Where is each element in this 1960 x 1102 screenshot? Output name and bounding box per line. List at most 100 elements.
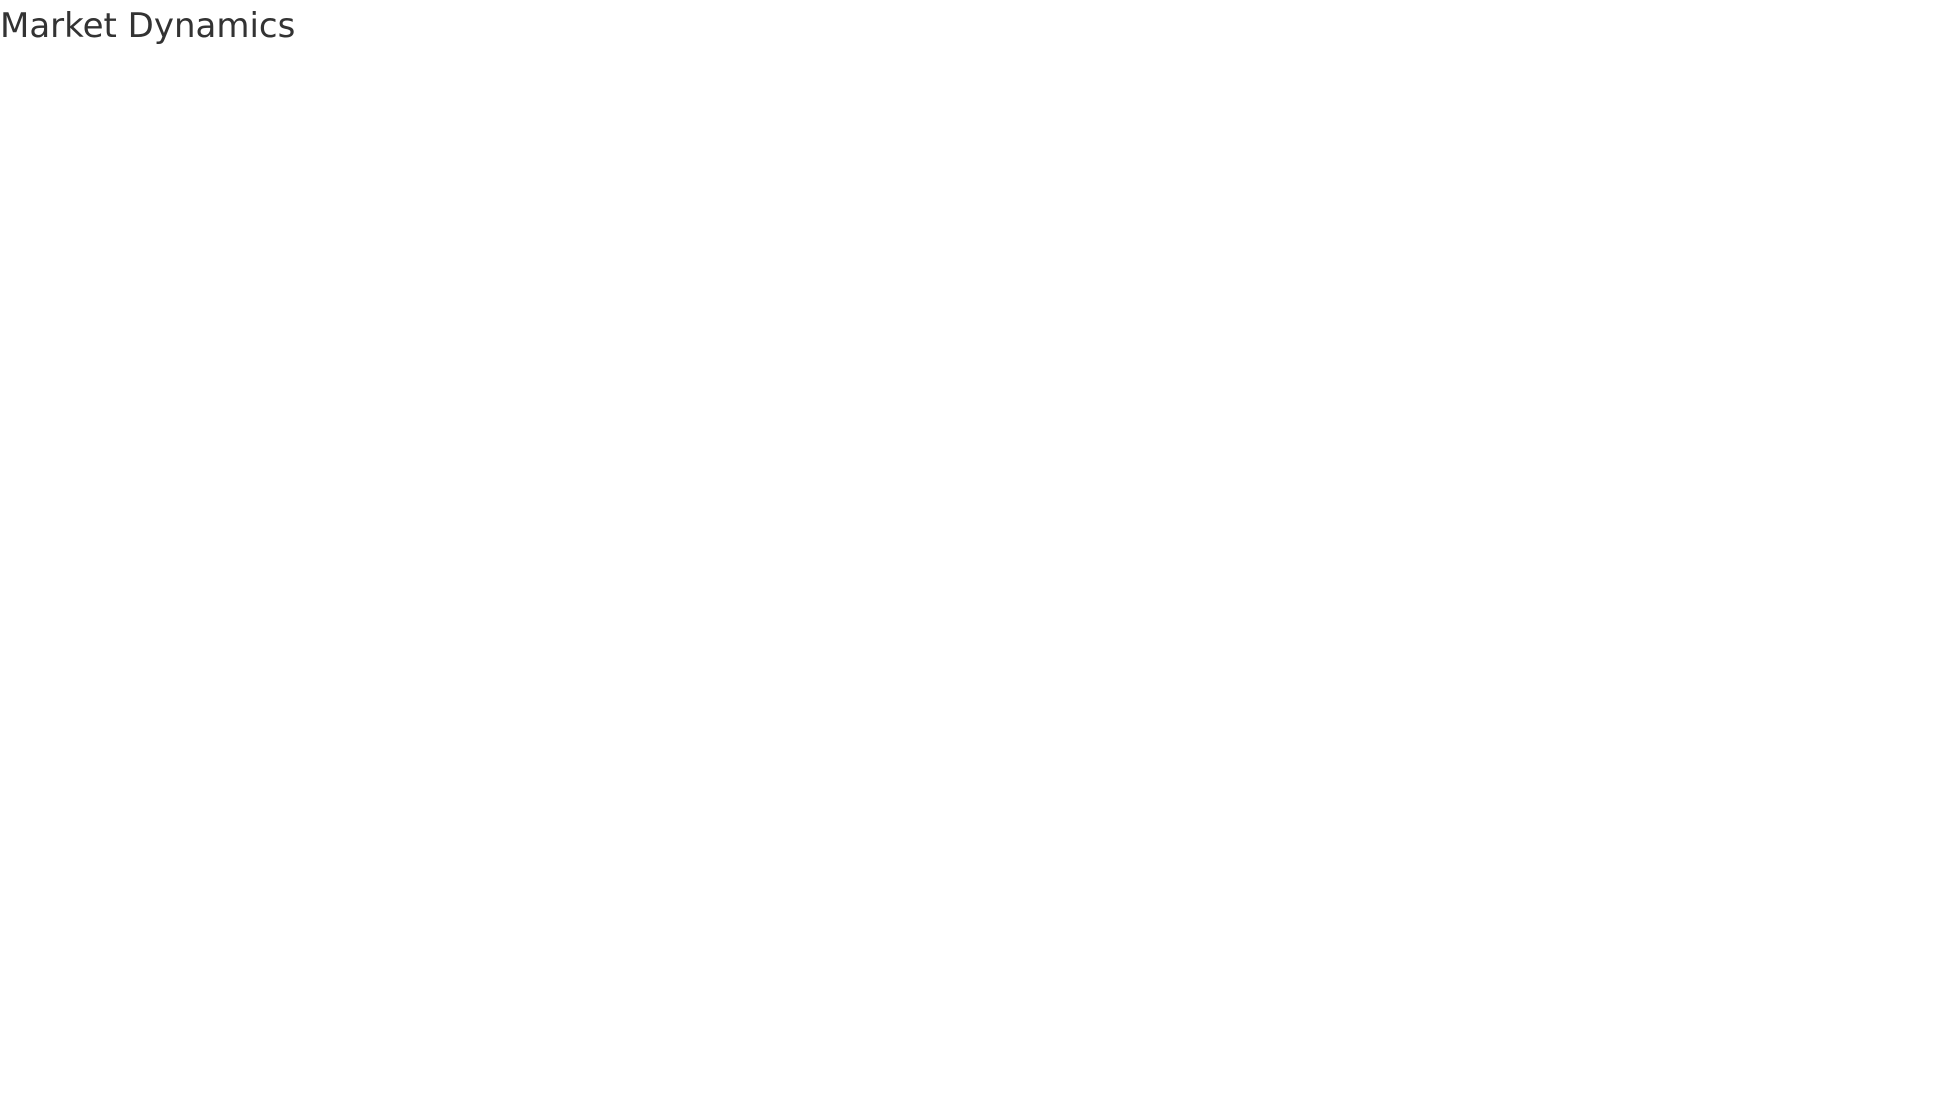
bar [1632, 312, 1643, 340]
legend-item-flipdown: Flip Down (Green→Red) [1602, 928, 1925, 954]
y-right-tick-label: 1.15 [1853, 367, 1902, 392]
bar [585, 339, 596, 398]
bar [898, 339, 909, 379]
bar [429, 339, 439, 481]
regime-strip-cell [416, 621, 428, 686]
bar [1668, 285, 1679, 340]
regime-strip-cell [548, 621, 560, 686]
bar [1692, 306, 1703, 340]
regime-strip-cell [272, 621, 283, 686]
bar [1211, 339, 1221, 408]
bar [260, 192, 271, 340]
regime-strip-cell [1523, 621, 1535, 686]
regime-strip-cell [657, 621, 668, 686]
legend-label: Baseline (0) [772, 928, 909, 954]
regime-strip-cell [1800, 621, 1812, 686]
regime-strip-cell [801, 621, 813, 686]
x-tick-label: Jul 2023 [315, 839, 402, 863]
raw-line [120, 79, 1843, 599]
bar [838, 339, 848, 398]
bar [1656, 291, 1667, 340]
bar [356, 271, 367, 340]
regime-strip-cell [1030, 621, 1042, 686]
bar [669, 339, 680, 387]
legend-item-close: Weekly Close [454, 928, 676, 954]
regime-strip-cell [464, 621, 476, 686]
regime-strip-cell [1343, 621, 1354, 686]
legend-flip-up-icon [1264, 930, 1288, 946]
regime-strip-cell [970, 621, 981, 686]
regime-strip-cell [1668, 621, 1679, 686]
bar [284, 162, 295, 340]
regime-strip-cell [211, 621, 223, 686]
bar [1680, 295, 1691, 340]
regime-strip-cell [163, 621, 175, 686]
bar [982, 339, 993, 415]
bar [1295, 339, 1306, 461]
bar [1247, 339, 1258, 438]
bar [970, 339, 981, 435]
bar [1018, 339, 1029, 432]
bar [1548, 303, 1558, 340]
regime-strip-cell [1054, 621, 1066, 686]
regime-strip-cell [897, 621, 909, 686]
regime-strip-cell [392, 621, 404, 686]
bar [380, 339, 391, 398]
regime-strip-cell [1619, 621, 1631, 686]
regime-strip-cell [1559, 621, 1571, 686]
regime-strip-cell [1487, 621, 1499, 686]
bar [1127, 339, 1137, 396]
bar [393, 339, 403, 448]
regime-strip-cell [1764, 621, 1776, 686]
flip-up-marker [218, 707, 241, 722]
bar [1584, 339, 1595, 343]
regime-strip-cell [1258, 621, 1270, 686]
bar [693, 339, 704, 363]
legend-label: Weekly Close [523, 928, 676, 954]
bar [1115, 339, 1125, 382]
regime-strip-cell [1090, 621, 1102, 686]
regime-strip-cell [512, 621, 524, 686]
regime-strip-cell [945, 621, 957, 686]
regime-strip-cell [151, 621, 163, 686]
regime-strip-cell [452, 621, 464, 686]
regime-strip-cell [633, 621, 644, 686]
legend-label: Flip Down (Green→Red) [1654, 928, 1925, 954]
bar [1199, 339, 1209, 396]
regime-strip-cell [476, 621, 488, 686]
bar [236, 240, 247, 340]
legend-item-flipup: Flip Up (Red→Green) [1264, 928, 1553, 954]
bar [958, 339, 969, 419]
regime-strip-cell [609, 621, 620, 686]
bar [1728, 190, 1739, 340]
bar [116, 263, 126, 340]
y-axis-label: Market Dynamics [3, 227, 33, 453]
regime-strip-cell [669, 621, 681, 686]
weekly-close-line [119, 103, 1844, 578]
bar [717, 339, 728, 363]
regime-strip-cell [1776, 621, 1788, 686]
regime-strip-cell [1391, 621, 1403, 686]
regime-strip-cell [1812, 621, 1824, 686]
regime-strip-cell [1451, 621, 1463, 686]
bar [164, 339, 174, 578]
regime-strip-cell [584, 621, 596, 686]
bar [1042, 339, 1053, 436]
y-right-tick-label: 1.10 [1853, 495, 1902, 520]
bar [1524, 194, 1534, 340]
regime-strip-cell [1439, 621, 1451, 686]
bar [1704, 277, 1715, 340]
legend-item-raw: Raw (unsmoothed) [135, 928, 424, 954]
bar [1825, 325, 1835, 340]
regime-strip-cell [1740, 621, 1752, 686]
bar [1572, 339, 1583, 352]
regime-strip-cell [260, 621, 271, 686]
regime-strip-cell [536, 621, 548, 686]
regime-strip-cell [500, 621, 512, 686]
regime-strip-cell [645, 621, 656, 686]
bar [1091, 339, 1101, 395]
bar [1560, 339, 1570, 355]
bar [224, 272, 235, 340]
regime-strip-cell [1126, 621, 1138, 686]
regime-strip-cell [1788, 621, 1800, 686]
